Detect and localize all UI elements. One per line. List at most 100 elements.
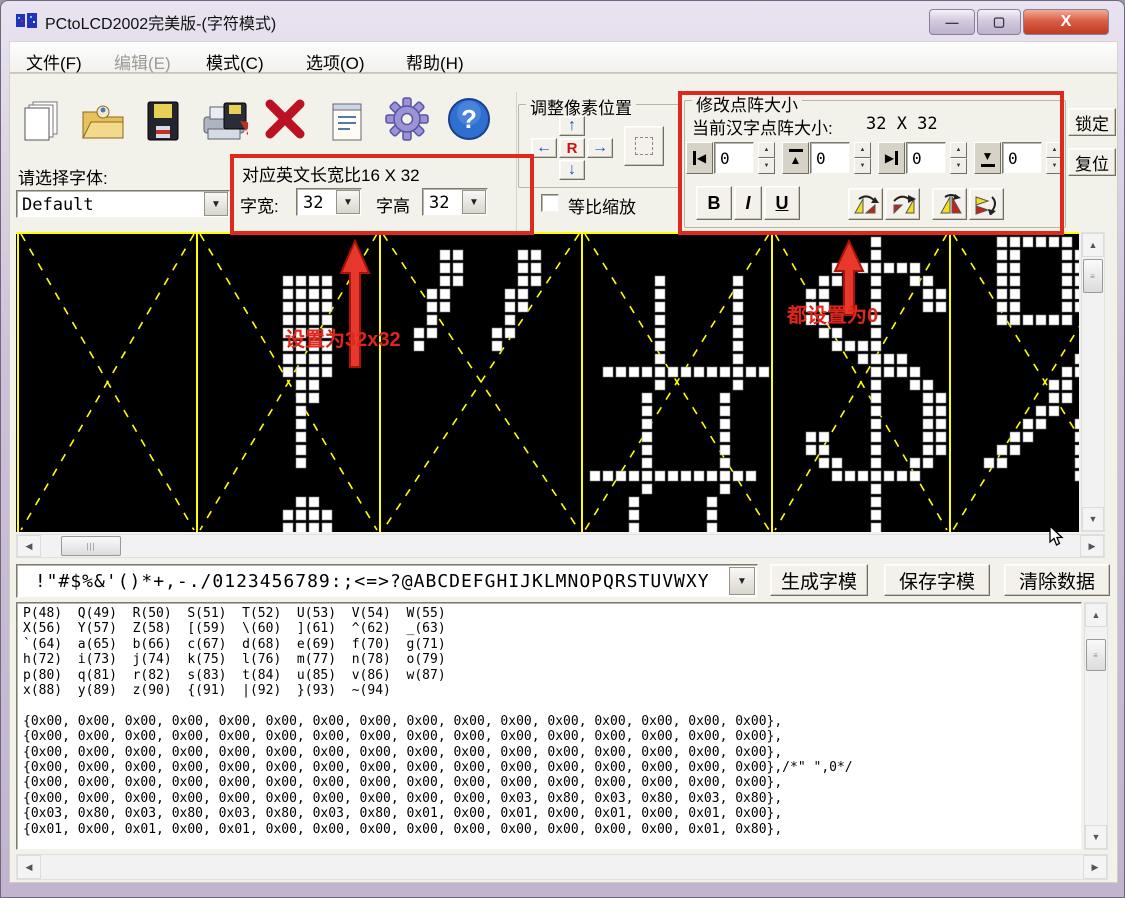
- canvas-hscroll-right-button[interactable]: ▶: [1080, 535, 1104, 557]
- rotate-right-button[interactable]: [885, 188, 920, 220]
- toolbar-button-save-as[interactable]: [202, 98, 248, 144]
- save-font-button[interactable]: 保存字模: [884, 564, 990, 596]
- flip-horizontal-button[interactable]: [969, 188, 1004, 220]
- toolbar-button-report[interactable]: [324, 98, 370, 144]
- pad-left-icon: ◀: [697, 151, 706, 165]
- move-left-button[interactable]: ←: [531, 138, 557, 158]
- menu-file[interactable]: 文件(F): [22, 47, 86, 76]
- annotation-text-size: 设置为32x32: [285, 323, 401, 352]
- toolbar-button-new[interactable]: [20, 98, 66, 144]
- app-window: PCtoLCD2002完美版-(字符模式) — ▢ X 文件(F) 编辑(E) …: [0, 0, 1125, 898]
- pad-top-value: 0: [816, 149, 826, 168]
- pad-left-field[interactable]: 0: [714, 142, 754, 174]
- toolbar-button-save[interactable]: [140, 98, 186, 144]
- pad-right-button[interactable]: ▶: [878, 142, 905, 174]
- new-file-icon: [23, 100, 63, 142]
- pad-left-button[interactable]: ◀: [686, 142, 713, 174]
- mouse-cursor: [1049, 525, 1067, 547]
- center-glyph-icon: [635, 137, 653, 155]
- save-icon: [144, 100, 182, 142]
- pad-top-field[interactable]: 0: [810, 142, 850, 174]
- proportional-scale-checkbox[interactable]: [541, 194, 559, 212]
- charset-dropdown-button[interactable]: ▼: [729, 567, 755, 595]
- flip-vertical-button[interactable]: [932, 188, 967, 220]
- menu-mode[interactable]: 模式(C): [202, 47, 268, 76]
- output-textarea[interactable]: P(48) Q(49) R(50) S(51) T(52) U(53) V(54…: [16, 602, 1082, 850]
- canvas-hscroll-left-button[interactable]: ◀: [17, 535, 41, 557]
- close-button[interactable]: X: [1023, 9, 1109, 35]
- minimize-button[interactable]: —: [929, 9, 975, 35]
- output-vscroll-thumb[interactable]: ≡: [1086, 639, 1106, 671]
- right-edge-bar: [895, 151, 898, 165]
- canvas-vscroll-thumb[interactable]: ≡: [1083, 259, 1103, 293]
- toolbar-button-settings[interactable]: [384, 96, 430, 142]
- menu-help[interactable]: 帮助(H): [402, 47, 468, 76]
- svg-text:?: ?: [461, 104, 477, 134]
- bold-label: B: [708, 193, 721, 214]
- bold-button[interactable]: B: [696, 186, 732, 220]
- font-select-combobox[interactable]: Default ▼: [16, 190, 230, 218]
- canvas-vscroll-down-button[interactable]: ▼: [1082, 507, 1104, 531]
- underline-button[interactable]: U: [764, 186, 800, 220]
- annotation-text-zero: 都设置为0: [787, 299, 878, 328]
- move-up-button[interactable]: ↑: [559, 116, 585, 136]
- char-width-combobox[interactable]: 32 ▼: [296, 188, 362, 216]
- canvas-hscrollbar[interactable]: ◀ ||| ▶: [16, 534, 1105, 558]
- pad-bottom-button[interactable]: ▼: [974, 142, 1001, 174]
- reset-position-button[interactable]: R: [559, 138, 585, 158]
- pad-top-icon: ▲: [790, 153, 802, 167]
- toolbar-button-open[interactable]: [80, 98, 126, 144]
- menu-edit: 编辑(E): [110, 47, 175, 76]
- menu-options[interactable]: 选项(O): [302, 47, 369, 76]
- pad-right-icon: ▶: [885, 151, 894, 165]
- output-hscrollbar[interactable]: ◀ ▶: [16, 854, 1108, 880]
- canvas-hscroll-thumb[interactable]: |||: [61, 536, 121, 556]
- flip-vertical-icon: [937, 193, 963, 215]
- move-right-button[interactable]: →: [587, 138, 613, 158]
- client-area: ? 调整像素位置 ↑ ← R → ↓ 请选择字体: Default ▼ 对应英文…: [9, 73, 1118, 883]
- pad-top-button[interactable]: ▲: [782, 142, 809, 174]
- reset-button[interactable]: 复位: [1068, 148, 1116, 176]
- move-down-button[interactable]: ↓: [559, 160, 585, 180]
- center-glyph-button[interactable]: [624, 126, 664, 166]
- char-width-dropdown-button[interactable]: ▼: [336, 190, 360, 214]
- output-vscroll-down-button[interactable]: ▼: [1085, 825, 1107, 849]
- output-vscrollbar[interactable]: ▲ ≡ ▼: [1084, 602, 1108, 850]
- lock-button[interactable]: 锁定: [1068, 108, 1116, 136]
- bottom-edge-bar: [981, 164, 995, 167]
- italic-button[interactable]: I: [734, 186, 762, 220]
- charset-value: !"#$%&'()*+,-./0123456789:;<=>?@ABCDEFGH…: [23, 571, 710, 592]
- char-height-combobox[interactable]: 32 ▼: [422, 188, 488, 216]
- lcd-canvas[interactable]: [16, 232, 1079, 532]
- maximize-button[interactable]: ▢: [977, 9, 1021, 35]
- lcd-canvas-wrap[interactable]: [16, 232, 1079, 532]
- menu-bar: 文件(F) 编辑(E) 模式(C) 选项(O) 帮助(H): [9, 41, 1118, 73]
- pad-bottom-spinner[interactable]: ▲▼: [1046, 142, 1063, 174]
- clear-data-button[interactable]: 清除数据: [1004, 564, 1110, 596]
- pad-right-field[interactable]: 0: [906, 142, 946, 174]
- underline-label: U: [776, 193, 789, 214]
- pad-top-spinner[interactable]: ▲▼: [854, 142, 871, 174]
- delete-icon: [262, 96, 308, 142]
- rotate-left-button[interactable]: [848, 188, 883, 220]
- output-hscroll-right-button[interactable]: ▶: [1083, 855, 1107, 879]
- canvas-vscrollbar[interactable]: ▲ ≡ ▼: [1081, 232, 1105, 532]
- pad-left-spinner[interactable]: ▲▼: [758, 142, 775, 174]
- move-left-icon: ←: [536, 139, 552, 157]
- charset-combobox[interactable]: !"#$%&'()*+,-./0123456789:;<=>?@ABCDEFGH…: [16, 564, 758, 598]
- canvas-vscroll-up-button[interactable]: ▲: [1082, 233, 1104, 257]
- font-select-dropdown-button[interactable]: ▼: [204, 192, 228, 216]
- char-height-dropdown-button[interactable]: ▼: [462, 190, 486, 214]
- toolbar-button-help[interactable]: ?: [446, 96, 492, 142]
- matrix-current-value: 32 X 32: [866, 114, 938, 134]
- clear-data-label: 清除数据: [1019, 567, 1095, 594]
- output-vscroll-up-button[interactable]: ▲: [1085, 603, 1107, 627]
- output-hscroll-left-button[interactable]: ◀: [17, 855, 41, 879]
- move-up-icon: ↑: [568, 117, 576, 135]
- move-right-icon: →: [592, 139, 608, 157]
- title-bar[interactable]: PCtoLCD2002完美版-(字符模式) — ▢ X: [1, 1, 1124, 39]
- pad-bottom-field[interactable]: 0: [1002, 142, 1042, 174]
- toolbar-button-delete[interactable]: [262, 96, 308, 142]
- pad-right-spinner[interactable]: ▲▼: [950, 142, 967, 174]
- generate-button[interactable]: 生成字模: [770, 564, 868, 596]
